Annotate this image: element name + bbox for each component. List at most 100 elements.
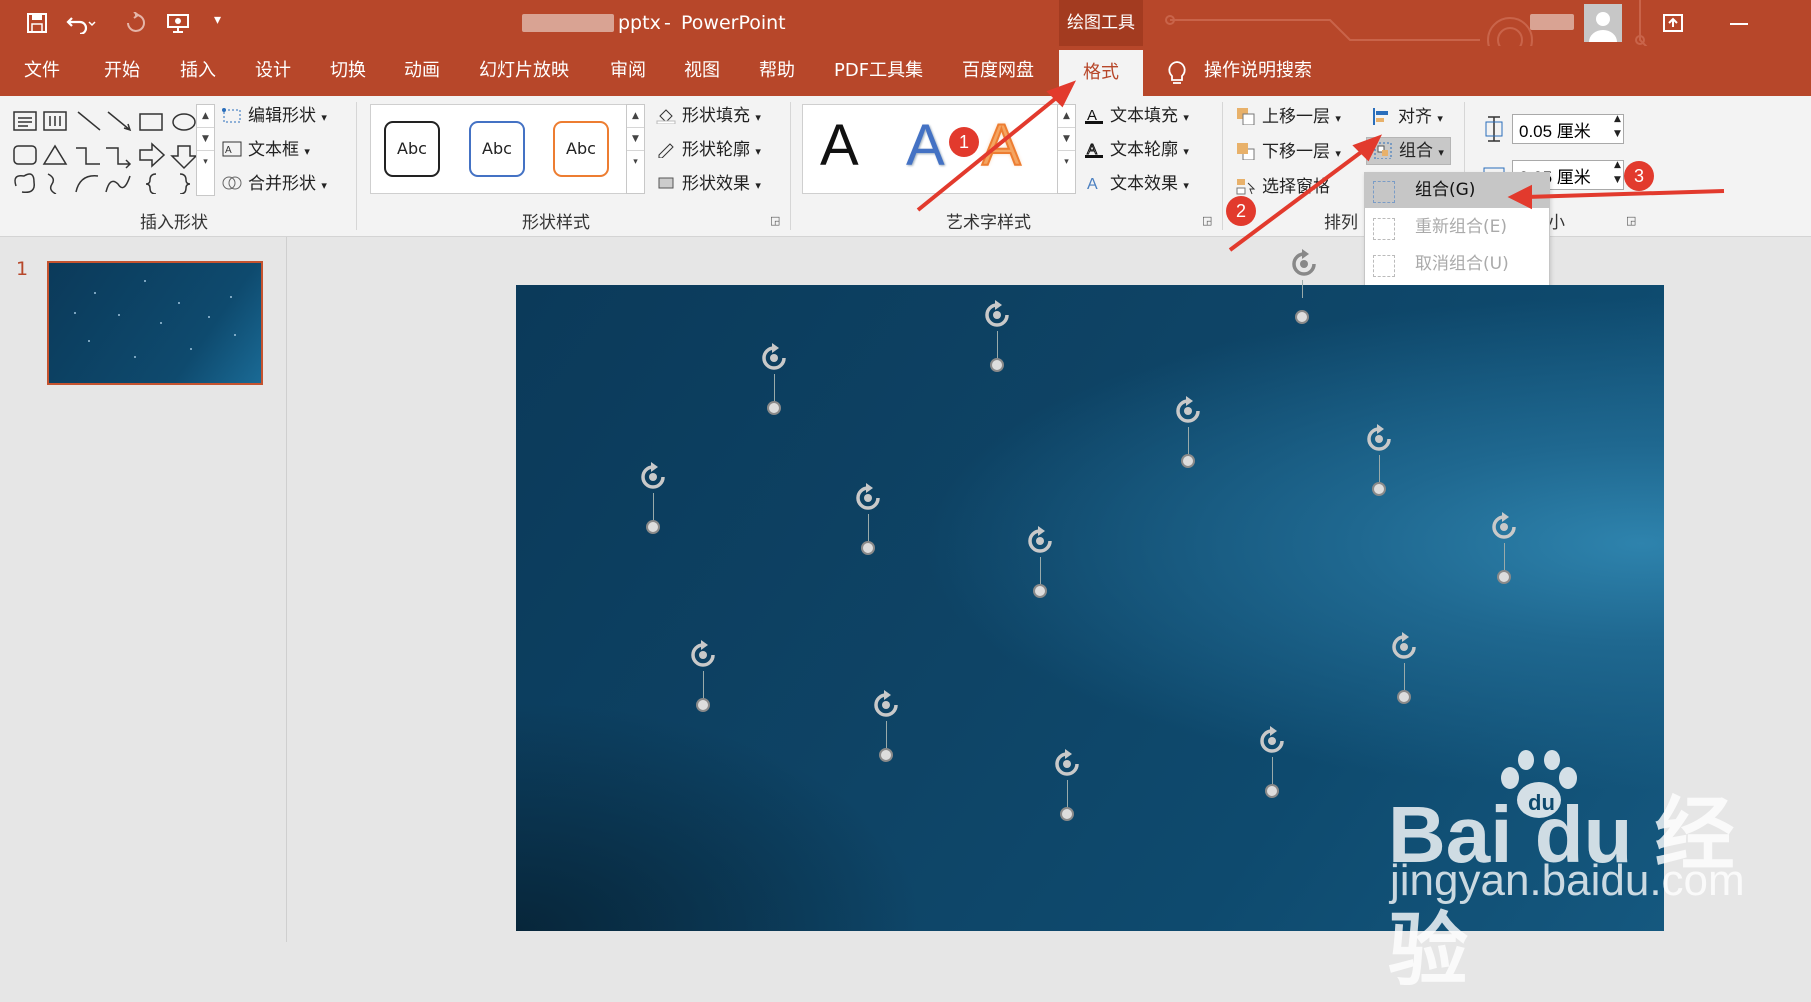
group-dropdown-menu: 组合(G) 重新组合(E) 取消组合(U) bbox=[1364, 172, 1550, 286]
customize-qat-icon[interactable]: ▾ bbox=[214, 12, 221, 28]
selection-pane-icon bbox=[1236, 179, 1256, 195]
text-effects-button[interactable]: A 文本效果 ▾ bbox=[1084, 171, 1189, 197]
rectangle-shape-icon bbox=[139, 113, 163, 131]
width-spinner-icon[interactable]: ▲ ▼ bbox=[1614, 158, 1621, 188]
shape-fill-label: 形状填充 bbox=[682, 106, 750, 126]
dialog-launcher-icon[interactable]: ◲ bbox=[1626, 214, 1636, 227]
text-fill-button[interactable]: A 文本填充 ▾ bbox=[1084, 103, 1189, 129]
wordart-preset-1[interactable]: A bbox=[820, 112, 859, 179]
menu-item-group-label: 组合(G) bbox=[1415, 180, 1476, 200]
slide-thumbnail-1[interactable] bbox=[47, 261, 263, 385]
text-outline-button[interactable]: A 文本轮廓 ▾ bbox=[1084, 137, 1189, 163]
scroll-down-icon[interactable]: ▼ bbox=[197, 128, 214, 151]
gallery-more-icon[interactable]: ▾ bbox=[197, 151, 214, 173]
shape-effects-icon bbox=[658, 177, 674, 189]
tab-review[interactable]: 审阅 bbox=[610, 46, 646, 96]
triangle-shape-icon bbox=[42, 144, 68, 165]
text-box-button[interactable]: A 文本框 ▾ bbox=[222, 137, 310, 163]
left-brace-shape-icon bbox=[145, 173, 157, 195]
shape-style-preset-1[interactable]: Abc bbox=[384, 121, 440, 177]
gallery-more-icon[interactable]: ▾ bbox=[627, 151, 644, 173]
tab-design[interactable]: 设计 bbox=[255, 46, 291, 96]
tab-animations[interactable]: 动画 bbox=[404, 46, 440, 96]
scroll-down-icon[interactable]: ▼ bbox=[1058, 128, 1075, 151]
save-icon[interactable] bbox=[26, 12, 48, 34]
merge-shapes-button[interactable]: 合并形状 ▾ bbox=[222, 171, 327, 197]
tab-home[interactable]: 开始 bbox=[104, 46, 140, 96]
selection-pane-button[interactable]: 选择窗格 bbox=[1236, 174, 1330, 200]
shape-outline-label: 形状轮廓 bbox=[682, 140, 750, 160]
slide-number: 1 bbox=[16, 258, 29, 280]
textbox-shape-icon bbox=[13, 111, 37, 131]
elbow-arrow-connector-icon bbox=[106, 147, 132, 169]
tab-slideshow[interactable]: 幻灯片放映 bbox=[479, 46, 569, 96]
tab-format[interactable]: 格式 bbox=[1059, 50, 1143, 96]
shape-outline-button[interactable]: 形状轮廓 ▾ bbox=[656, 137, 761, 163]
right-brace-shape-icon bbox=[179, 173, 191, 195]
minimize-icon[interactable] bbox=[1728, 12, 1750, 34]
tab-pdf-tools[interactable]: PDF工具集 bbox=[834, 46, 923, 96]
shape-height-input[interactable] bbox=[1512, 114, 1624, 144]
shapes-grid[interactable] bbox=[10, 104, 215, 195]
group-rotation-handle-icon[interactable] bbox=[1288, 248, 1320, 280]
edit-shape-button[interactable]: 编辑形状 ▾ bbox=[222, 103, 327, 129]
group-button[interactable]: 组合 ▾ bbox=[1366, 137, 1451, 165]
group-separator bbox=[790, 102, 791, 230]
tab-insert[interactable]: 插入 bbox=[180, 46, 216, 96]
group-icon bbox=[1374, 142, 1392, 159]
title-bar: ▾ pptx - PowerPoint 绘图工具 bbox=[0, 0, 1811, 75]
tab-view[interactable]: 视图 bbox=[684, 46, 720, 96]
bring-forward-label: 上移一层 bbox=[1262, 107, 1330, 127]
merge-shapes-icon bbox=[222, 176, 242, 190]
height-spinner-icon[interactable]: ▲ ▼ bbox=[1614, 112, 1621, 142]
dialog-launcher-icon[interactable]: ◲ bbox=[770, 214, 780, 227]
shape-height-icon bbox=[1485, 116, 1503, 142]
wordart-preset-2[interactable]: A bbox=[906, 112, 945, 179]
group-separator bbox=[1222, 102, 1223, 230]
merge-shapes-label: 合并形状 bbox=[248, 174, 316, 194]
curve-shape-icon bbox=[105, 175, 131, 193]
lightbulb-icon bbox=[1168, 61, 1186, 84]
gallery-more-icon[interactable]: ▾ bbox=[1058, 151, 1075, 173]
shape-style-preset-2[interactable]: Abc bbox=[469, 121, 525, 177]
align-icon bbox=[1373, 108, 1388, 125]
shape-effects-label: 形状效果 bbox=[682, 174, 750, 194]
shape-effects-button[interactable]: 形状效果 ▾ bbox=[656, 171, 761, 197]
shape-style-preset-3[interactable]: Abc bbox=[553, 121, 609, 177]
arc-shape-icon bbox=[75, 175, 99, 193]
scroll-up-icon[interactable]: ▲ bbox=[1058, 105, 1075, 128]
dialog-launcher-icon[interactable]: ◲ bbox=[1202, 214, 1212, 227]
slideshow-icon[interactable] bbox=[166, 12, 192, 34]
group-label-size: 小 bbox=[1548, 213, 1565, 233]
undo-icon[interactable] bbox=[66, 12, 96, 34]
shape-selection-handle[interactable] bbox=[1295, 310, 1309, 324]
tab-transitions[interactable]: 切换 bbox=[330, 46, 366, 96]
text-fill-icon: A bbox=[1085, 107, 1103, 124]
scroll-up-icon[interactable]: ▲ bbox=[197, 105, 214, 128]
rotation-stem bbox=[1302, 280, 1303, 298]
wordart-scroll[interactable]: ▲ ▼ ▾ bbox=[1057, 104, 1076, 194]
tell-me-search[interactable]: 操作说明搜索 bbox=[1204, 46, 1312, 96]
user-avatar[interactable] bbox=[1584, 4, 1622, 42]
shape-gallery-scroll[interactable]: ▲ ▼ ▾ bbox=[196, 104, 215, 196]
line-shape-icon bbox=[77, 111, 101, 131]
blurred-username bbox=[1530, 14, 1574, 30]
bring-forward-button[interactable]: 上移一层 ▾ bbox=[1236, 104, 1341, 130]
text-fill-label: 文本填充 bbox=[1110, 106, 1178, 126]
wordart-preset-3[interactable]: A bbox=[981, 112, 1022, 179]
text-effects-label: 文本效果 bbox=[1110, 174, 1178, 194]
shape-fill-button[interactable]: 形状填充 ▾ bbox=[656, 103, 761, 129]
tab-file[interactable]: 文件 bbox=[24, 46, 60, 96]
shape-style-scroll[interactable]: ▲ ▼ ▾ bbox=[626, 104, 645, 194]
align-button[interactable]: 对齐 ▾ bbox=[1372, 104, 1443, 130]
tab-baidu-netdisk[interactable]: 百度网盘 bbox=[962, 46, 1034, 96]
send-backward-button[interactable]: 下移一层 ▾ bbox=[1236, 139, 1341, 165]
ribbon-display-options-icon[interactable] bbox=[1662, 12, 1684, 34]
menu-item-group[interactable]: 组合(G) bbox=[1365, 173, 1549, 208]
tab-help[interactable]: 帮助 bbox=[759, 46, 795, 96]
scroll-up-icon[interactable]: ▲ bbox=[627, 105, 644, 128]
shape-gallery[interactable] bbox=[10, 104, 215, 198]
scroll-down-icon[interactable]: ▼ bbox=[627, 128, 644, 151]
redo-icon[interactable] bbox=[124, 12, 146, 34]
text-outline-label: 文本轮廓 bbox=[1110, 140, 1178, 160]
